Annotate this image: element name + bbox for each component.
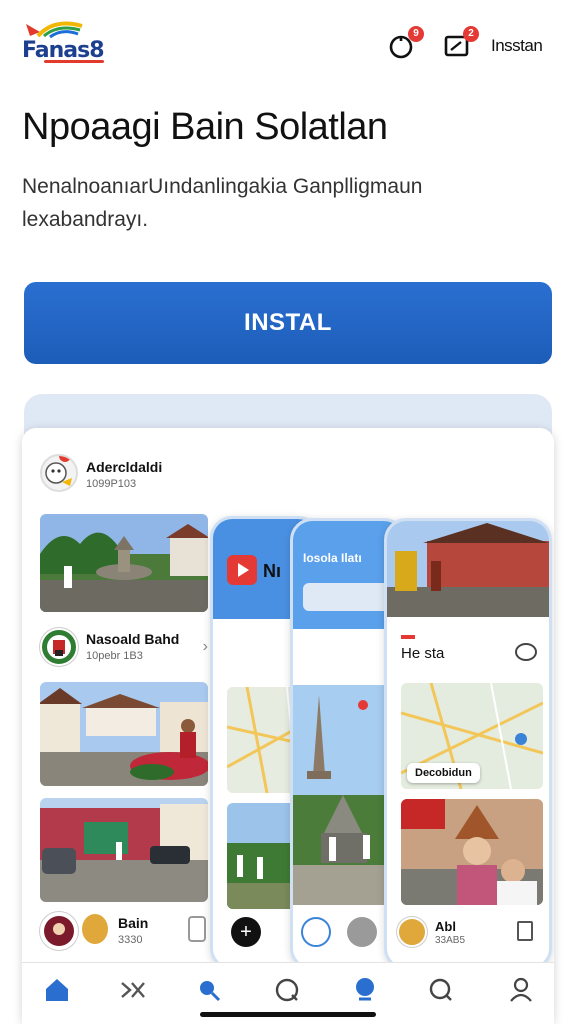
- tab-location[interactable]: [348, 973, 382, 1007]
- avatar: [397, 917, 427, 947]
- shuffle-icon: [121, 982, 145, 998]
- phone-3-row-meta: 33AB5: [435, 935, 466, 946]
- red-marker: [401, 635, 415, 639]
- search-icon: [429, 978, 452, 1001]
- message-button[interactable]: 2: [443, 26, 479, 60]
- phone-screen-3: He sta Decobidun Abl 33AB5: [384, 518, 552, 970]
- avatar-icon: [44, 916, 74, 946]
- chevron-right-icon: ›: [202, 638, 208, 655]
- card-title: Adercldaldi: [86, 459, 163, 475]
- profile-icon: [510, 977, 532, 1002]
- list-item-avatar: [40, 628, 78, 666]
- notification-button[interactable]: 9: [388, 26, 424, 60]
- search-icon: [200, 981, 221, 1002]
- tab-search[interactable]: [192, 973, 226, 1007]
- list-item-meta: 3330: [118, 934, 143, 946]
- app-logo[interactable]: Fanas8: [22, 18, 108, 66]
- compass-icon: [275, 978, 299, 1002]
- message-badge: 2: [463, 26, 479, 42]
- logo-underline: [44, 60, 104, 63]
- photo-street[interactable]: [40, 798, 208, 902]
- header-install-link[interactable]: Insstan: [491, 36, 543, 56]
- list-item-title: Nasoald Bahd: [86, 631, 180, 647]
- phone-3-title: He sta: [401, 645, 445, 662]
- bookmark-icon[interactable]: [188, 916, 206, 942]
- play-icon: [227, 555, 257, 585]
- list-item-avatar: [40, 912, 78, 950]
- phone-3-row-title: Abl: [435, 919, 456, 934]
- photo-plaza[interactable]: [40, 514, 208, 612]
- second-avatar: [80, 912, 110, 946]
- photo-building-garden[interactable]: [40, 682, 208, 786]
- tab-shuffle[interactable]: [116, 973, 150, 1007]
- map-label: Decobidun: [407, 763, 480, 783]
- home-indicator: [200, 1012, 376, 1017]
- phone-2-title: Iosola Ilatı: [303, 551, 362, 565]
- notification-badge: 9: [408, 26, 424, 42]
- list-item-meta: 10pebr 1B3: [86, 650, 143, 662]
- tab-profile[interactable]: [504, 973, 538, 1007]
- photo-selfie[interactable]: [401, 799, 543, 905]
- settings-icon[interactable]: [515, 643, 537, 661]
- compass-icon[interactable]: [301, 917, 331, 947]
- card-avatar: [40, 454, 78, 492]
- mask-logo-icon: [45, 456, 72, 486]
- app-install-page: Fanas8 9 2 Insstan Npoaagi Bain Solatlan…: [0, 0, 576, 1024]
- app-preview-card: Adercldaldi 1099P103 Nasoald Bahd 10pebr…: [22, 428, 554, 1024]
- list-item[interactable]: Nasoald Bahd 10pebr 1B3 ›: [40, 628, 208, 668]
- list-item[interactable]: Bain 3330: [40, 912, 208, 952]
- loop-icon[interactable]: [347, 917, 377, 947]
- logo-swoosh-icon: [26, 21, 83, 39]
- bookmark-icon[interactable]: [517, 921, 533, 941]
- page-subtitle: NenalnoanıarUındanlingakia Ganplligmaun …: [22, 175, 423, 231]
- photo-colonial-building[interactable]: [387, 521, 549, 617]
- add-icon[interactable]: +: [231, 917, 261, 947]
- tab-home[interactable]: [40, 973, 74, 1007]
- phone-1-title: Nı: [263, 561, 281, 581]
- card-meta: 1099P103: [86, 478, 137, 490]
- location-icon: [356, 978, 374, 1001]
- list-item-title: Bain: [118, 915, 149, 931]
- tab-search-2[interactable]: [424, 973, 458, 1007]
- install-button[interactable]: INSTAL: [24, 282, 552, 364]
- home-icon: [46, 979, 68, 1001]
- page-title: Npoaagi Bain Solatlan: [22, 106, 388, 148]
- avatar-icon: [47, 635, 71, 659]
- tab-explore[interactable]: [270, 973, 304, 1007]
